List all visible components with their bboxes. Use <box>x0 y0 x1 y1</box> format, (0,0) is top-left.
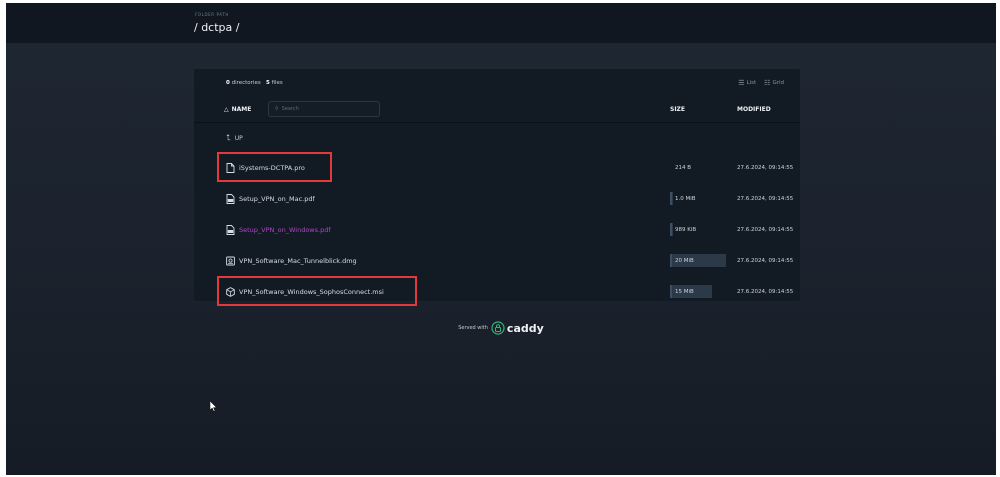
size-column-header[interactable]: SIZE <box>670 106 685 113</box>
file-size-text: 989 KiB <box>675 226 697 233</box>
footer: Served with caddy <box>6 321 996 335</box>
list-view-toggle[interactable]: ☰ List <box>738 79 756 87</box>
highlight-box <box>217 276 417 306</box>
file-modified: 27.6.2024, 09:14:55 <box>737 165 794 171</box>
search-icon: ⚲ <box>275 106 279 112</box>
file-name: Setup_VPN_on_Mac.pdf <box>239 195 315 203</box>
file-modified: 27.6.2024, 09:14:55 <box>737 258 794 264</box>
directory-count: 0 <box>226 80 230 86</box>
caddy-lock-icon <box>491 321 505 335</box>
modified-column-header[interactable]: MODIFIED <box>737 106 771 113</box>
name-column-header[interactable]: △ NAME <box>224 106 251 113</box>
file-size: 15 MiB <box>670 285 712 298</box>
caddy-brand-text: caddy <box>506 321 544 335</box>
file-count: 5 <box>265 80 270 86</box>
file-size: 989 KiB <box>670 223 696 236</box>
grid-view-label: Grid <box>772 80 784 86</box>
browser-viewport: FOLDER PATH / dctpa / 0 directories 5 fi… <box>6 3 996 475</box>
file-modified: 27.6.2024, 09:14:55 <box>737 196 794 202</box>
file-link[interactable]: Setup_VPN_on_Mac.pdf <box>226 194 315 204</box>
file-row: VPN_Software_Mac_Tunnelblick.dmg 20 MiB 27… <box>194 248 800 276</box>
file-size-text: 1.0 MiB <box>675 195 696 202</box>
file-modified: 27.6.2024, 09:14:55 <box>737 227 794 233</box>
list-icon: ☰ <box>738 79 745 87</box>
file-name: Setup_VPN_on_Windows.pdf <box>239 226 331 234</box>
file-link[interactable]: Setup_VPN_on_Windows.pdf <box>226 225 331 235</box>
grid-icon: ☷ <box>764 79 771 87</box>
file-row: Setup_VPN_on_Windows.pdf 989 KiB 27.6.2024… <box>194 217 800 245</box>
grid-view-toggle[interactable]: ☷ Grid <box>764 79 784 87</box>
table-header: △ NAME ⚲ SIZE MODIFIED <box>194 97 800 123</box>
file-name: VPN_Software_Mac_Tunnelblick.dmg <box>239 257 357 265</box>
up-label: UP <box>234 134 243 142</box>
file-row: Setup_VPN_on_Mac.pdf 1.0 MiB 27.6.2024, 09… <box>194 186 800 214</box>
listing-summary: 0 directories 5 files <box>226 80 283 86</box>
file-size-text: 15 MiB <box>675 288 694 295</box>
highlight-box <box>217 152 332 182</box>
list-view-label: List <box>746 80 757 86</box>
file-size: 1.0 MiB <box>670 192 696 205</box>
name-column-label: NAME <box>231 106 252 113</box>
file-link[interactable]: VPN_Software_Mac_Tunnelblick.dmg <box>226 256 357 266</box>
file-size-text: 214 B <box>675 164 692 171</box>
page-header: FOLDER PATH / dctpa / <box>6 3 996 43</box>
disk-image-icon <box>226 256 235 266</box>
file-label: files <box>271 80 283 86</box>
up-arrow-icon: ⮤ <box>226 133 231 142</box>
folder-path: / dctpa / <box>194 21 240 34</box>
caddy-logo[interactable]: caddy <box>491 321 544 335</box>
pdf-file-icon <box>226 225 235 235</box>
file-listing: 0 directories 5 files ☰ List ☷ Grid △ NA… <box>194 69 800 306</box>
view-toggles: ☰ List ☷ Grid <box>738 79 784 87</box>
parent-directory-link[interactable]: ⮤ UP <box>226 133 243 143</box>
file-size: 214 B <box>670 161 691 174</box>
file-modified: 27.6.2024, 09:14:55 <box>737 289 794 295</box>
search-box: ⚲ <box>268 101 380 117</box>
file-size-text: 20 MiB <box>675 257 694 264</box>
file-size: 20 MiB <box>670 254 726 267</box>
directory-label: directories <box>231 80 261 86</box>
folder-path-label: FOLDER PATH <box>195 12 229 17</box>
sort-ascending-icon: △ <box>224 106 229 113</box>
search-input[interactable] <box>281 106 372 112</box>
mouse-cursor-icon <box>210 401 218 412</box>
pdf-file-icon <box>226 194 235 204</box>
served-with-text: Served with <box>458 325 488 331</box>
